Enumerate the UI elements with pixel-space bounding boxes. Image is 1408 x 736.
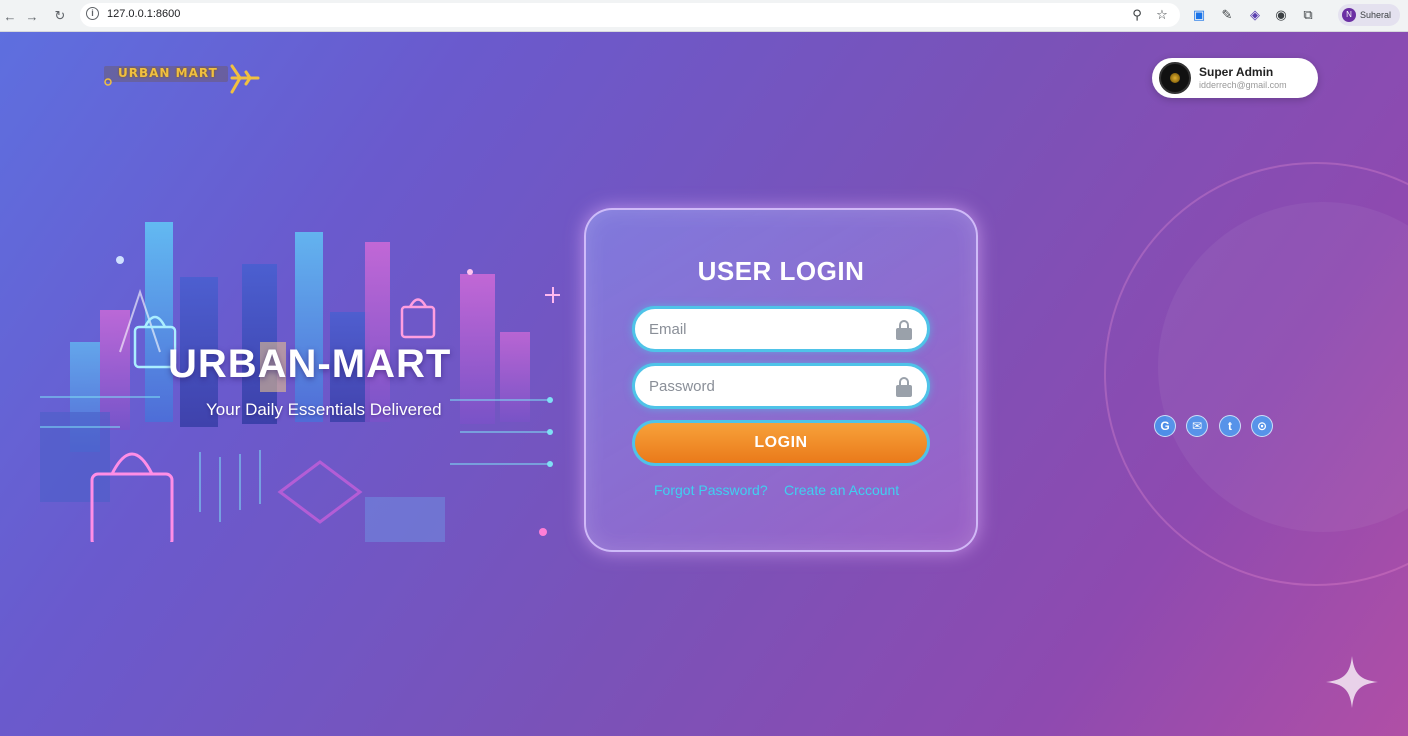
extension-icon[interactable]: ◈	[1246, 6, 1264, 24]
hero-illustration: URBAN-MART Your Daily Essentials Deliver…	[20, 192, 561, 548]
profile-name: Suheral	[1360, 10, 1392, 20]
forward-icon[interactable]: →	[22, 6, 42, 26]
browser-toolbar: ← → ↻ i 127.0.0.1:8600 ⚲ ☆ ▣ ✎ ◈ ◉ ⧉ N S…	[0, 0, 1408, 32]
login-page: URBAN MART Super Admin idderrech@gmail.c…	[0, 32, 1408, 736]
login-title: USER LOGIN	[697, 256, 865, 286]
email-field[interactable]	[632, 306, 930, 352]
create-account-link[interactable]: Create an Account	[784, 482, 899, 498]
lock-icon	[895, 377, 913, 397]
reload-icon[interactable]: ↻	[50, 6, 70, 26]
lock-icon[interactable]: ⊙	[1251, 415, 1273, 437]
address-bar[interactable]	[80, 3, 1180, 27]
extension-icon[interactable]: ▣	[1190, 6, 1208, 24]
hero-title: URBAN-MART	[168, 342, 452, 386]
url-text[interactable]: 127.0.0.1:8600	[107, 8, 180, 20]
password-input[interactable]	[649, 366, 879, 406]
camera-icon[interactable]: ◉	[1272, 6, 1290, 24]
login-card: USER LOGIN LOGIN Forgot Password? Create…	[584, 208, 978, 552]
logo[interactable]: URBAN MART	[100, 62, 260, 96]
site-info-icon[interactable]: i	[86, 7, 99, 20]
bookmark-star-icon[interactable]: ☆	[1153, 6, 1171, 24]
user-name: Super Admin	[1199, 65, 1274, 79]
lock-icon	[895, 320, 913, 340]
login-button[interactable]: LOGIN	[632, 420, 930, 466]
avatar	[1159, 62, 1191, 94]
user-profile-badge[interactable]: Super Admin idderrech@gmail.com	[1152, 58, 1318, 98]
eyedropper-icon[interactable]: ✎	[1218, 6, 1236, 24]
back-icon[interactable]: ←	[0, 6, 20, 26]
avatar: N	[1342, 8, 1356, 22]
extensions-puzzle-icon[interactable]: ⧉	[1299, 6, 1317, 24]
zoom-icon[interactable]: ⚲	[1128, 6, 1146, 24]
mail-icon[interactable]: ✉	[1186, 415, 1208, 437]
logo-text: URBAN MART	[118, 66, 218, 80]
hero-tagline: Your Daily Essentials Delivered	[206, 400, 442, 419]
email-input[interactable]	[649, 309, 879, 349]
password-field[interactable]	[632, 363, 930, 409]
google-icon[interactable]: G	[1154, 415, 1176, 437]
sparkle-icon	[1326, 656, 1378, 708]
user-email: idderrech@gmail.com	[1199, 80, 1287, 90]
twitter-icon[interactable]: t	[1219, 415, 1241, 437]
profile-button[interactable]: N Suheral	[1338, 4, 1400, 26]
forgot-password-link[interactable]: Forgot Password?	[654, 482, 768, 498]
